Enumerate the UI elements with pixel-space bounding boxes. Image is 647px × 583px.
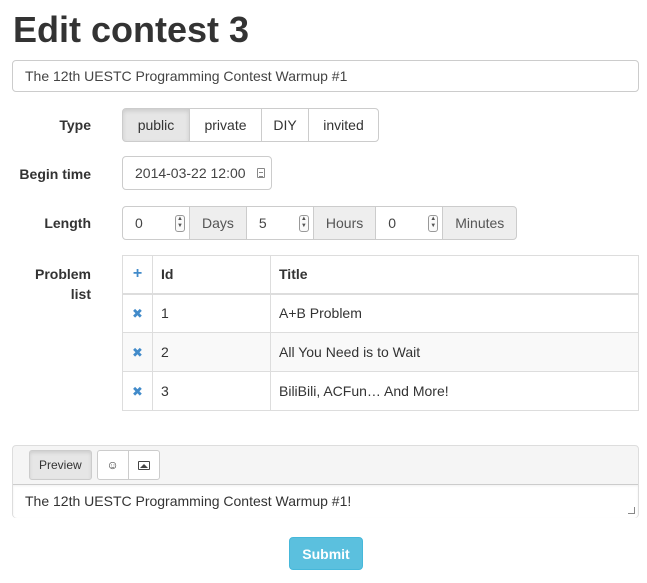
remove-cell: ✖ — [122, 332, 153, 372]
minutes-value: 0 — [388, 215, 397, 231]
problem-table: + Id Title ✖ 1 A+B Problem ✖ 2 All You N… — [122, 255, 639, 411]
add-problem-icon[interactable]: + — [133, 265, 142, 282]
problem-id: 3 — [152, 371, 271, 411]
editor-insert-group: ☺ — [96, 450, 160, 480]
hours-spinner-icon[interactable]: ▲ ▼ — [298, 215, 309, 232]
hours-input[interactable]: 5 ▲ ▼ — [245, 206, 314, 240]
hours-unit: Hours — [312, 206, 377, 240]
problem-title: All You Need is to Wait — [270, 332, 639, 372]
editor-toolbar: Preview ☺ — [29, 450, 160, 480]
id-header: Id — [152, 255, 271, 295]
image-icon[interactable] — [127, 450, 160, 480]
days-value: 0 — [135, 215, 143, 231]
add-problem-cell: + — [122, 255, 153, 295]
submit-button[interactable]: Submit — [289, 537, 363, 570]
problem-list-label-line1: Problem — [34, 266, 91, 282]
type-label: Type — [59, 117, 91, 133]
image-glyph-icon — [137, 460, 150, 470]
description-editor: Preview ☺ The 12th UESTC Programming Con… — [12, 445, 639, 518]
type-public-button[interactable]: public — [122, 108, 190, 142]
emoji-icon[interactable]: ☺ — [96, 450, 129, 480]
problem-id: 2 — [152, 332, 271, 372]
remove-problem-icon[interactable]: ✖ — [132, 345, 143, 360]
length-label: Length — [44, 215, 91, 231]
problem-table-header: + Id Title — [122, 255, 639, 295]
resize-handle-icon[interactable] — [628, 507, 635, 514]
remove-cell: ✖ — [122, 293, 153, 333]
contest-title-input[interactable]: The 12th UESTC Programming Contest Warmu… — [12, 60, 639, 92]
begin-time-label: Begin time — [19, 166, 91, 182]
days-input[interactable]: 0 ▲ ▼ — [122, 206, 190, 240]
begin-time-input[interactable]: 2014-03-22 12:00 — [122, 156, 272, 190]
type-button-group: public private DIY invited — [122, 108, 379, 142]
title-header: Title — [270, 255, 639, 295]
problem-title: BiliBili, ACFun… And More! — [270, 371, 639, 411]
problem-list-label: Problem list — [0, 264, 91, 304]
problem-list-label-line2: list — [70, 286, 91, 302]
minutes-unit: Minutes — [442, 206, 518, 240]
type-diy-button[interactable]: DIY — [261, 108, 309, 142]
page-title: Edit contest 3 — [13, 9, 250, 50]
minutes-spinner-icon[interactable]: ▲ ▼ — [428, 215, 439, 232]
description-textarea[interactable]: The 12th UESTC Programming Contest Warmu… — [13, 484, 638, 518]
table-row: ✖ 2 All You Need is to Wait — [122, 332, 639, 372]
remove-problem-icon[interactable]: ✖ — [132, 384, 143, 399]
days-spinner-icon[interactable]: ▲ ▼ — [175, 215, 185, 232]
remove-problem-icon[interactable]: ✖ — [132, 306, 143, 321]
problem-id: 1 — [152, 293, 271, 333]
days-unit: Days — [189, 206, 247, 240]
length-input-group: 0 ▲ ▼ Days 5 ▲ ▼ Hours 0 ▲ ▼ Minutes — [122, 206, 518, 240]
type-invited-button[interactable]: invited — [308, 108, 379, 142]
table-row: ✖ 3 BiliBili, ACFun… And More! — [122, 371, 639, 411]
remove-cell: ✖ — [122, 371, 153, 411]
minutes-input[interactable]: 0 ▲ ▼ — [375, 206, 444, 240]
calendar-icon[interactable] — [257, 168, 265, 178]
hours-value: 5 — [258, 215, 267, 231]
type-private-button[interactable]: private — [189, 108, 262, 142]
table-row: ✖ 1 A+B Problem — [122, 293, 639, 333]
problem-title: A+B Problem — [270, 293, 639, 333]
preview-button[interactable]: Preview — [29, 450, 92, 480]
begin-time-value: 2014-03-22 12:00 — [135, 165, 246, 181]
